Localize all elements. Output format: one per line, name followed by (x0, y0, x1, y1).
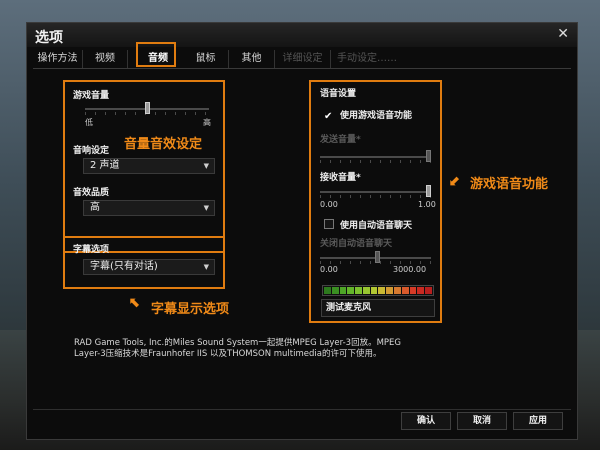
auto-voice-label: 使用自动语音聊天 (340, 221, 413, 231)
auto-close-min: 0.00 (320, 265, 338, 274)
sound-quality-select[interactable]: 高 ▼ (83, 200, 215, 216)
game-volume-label: 游戏音量 (73, 91, 110, 101)
meter-segment (417, 287, 425, 294)
sound-quality-label: 音效品质 (73, 188, 110, 198)
receive-volume-min: 0.00 (320, 200, 338, 209)
auto-close-thumb (375, 251, 381, 263)
title-bar: 选项 ✕ (27, 23, 577, 47)
meter-segment (362, 287, 370, 294)
receive-volume-label: 接收音量* (320, 173, 361, 183)
meter-segment (386, 287, 394, 294)
sound-setting-value: 2 声道 (90, 160, 120, 171)
subtitle-label: 字幕选项 (73, 245, 110, 255)
pointer-arrow-icon: ⬋ (449, 173, 461, 189)
subtitle-callout: 字幕显示选项 (151, 302, 230, 317)
tab-mouse[interactable]: 鼠标 (183, 50, 229, 68)
dialog-title: 选项 (35, 30, 63, 46)
checkmark-icon: ✔ (324, 111, 333, 122)
active-tab-highlight (136, 42, 176, 67)
meter-segment (339, 287, 347, 294)
checkbox-box (324, 219, 334, 229)
subtitle-value: 字幕(只有对话) (90, 261, 158, 272)
apply-button[interactable]: 应用 (513, 412, 563, 430)
use-voice-checkbox[interactable]: ✔ 使用游戏语音功能 (324, 108, 412, 122)
sound-quality-value: 高 (90, 202, 100, 213)
license-info-text: RAD Game Tools, Inc.的Miles Sound System一… (74, 338, 401, 359)
sound-setting-select[interactable]: 2 声道 ▼ (83, 158, 215, 174)
meter-segment (355, 287, 362, 294)
receive-volume-max: 1.00 (418, 200, 436, 209)
options-dialog: 选项 ✕ 操作方法 视频 音频 鼠标 其他 详细设定 手动设定…… 游戏音量 低… (26, 22, 578, 440)
auto-close-slider (320, 251, 431, 264)
auto-close-label: 关闭自动语音聊天 (320, 239, 393, 249)
chevron-down-icon: ▼ (203, 263, 209, 271)
receive-volume-slider[interactable] (320, 185, 431, 198)
tab-manual-settings: 手动设定…… (337, 53, 397, 64)
auto-voice-checkbox[interactable]: 使用自动语音聊天 (324, 218, 412, 231)
tab-divider (33, 68, 571, 69)
meter-segment (401, 287, 409, 294)
meter-segment (370, 287, 378, 294)
sound-setting-label: 音响设定 (73, 146, 110, 156)
game-volume-thumb[interactable] (144, 102, 150, 114)
audio-callout: 音量音效设定 (124, 137, 203, 152)
send-volume-label: 发送音量* (320, 135, 361, 145)
meter-segment (409, 287, 417, 294)
tab-controls[interactable]: 操作方法 (33, 50, 83, 68)
game-volume-low: 低 (85, 118, 93, 127)
chevron-down-icon: ▼ (203, 162, 209, 170)
meter-segment (425, 287, 432, 294)
mic-level-meter (322, 285, 434, 296)
chevron-down-icon: ▼ (203, 204, 209, 212)
cancel-button[interactable]: 取消 (457, 412, 507, 430)
subtitle-select[interactable]: 字幕(只有对话) ▼ (83, 259, 215, 275)
game-volume-slider[interactable] (85, 102, 209, 115)
send-volume-thumb (426, 150, 431, 162)
auto-close-max: 3000.00 (393, 265, 427, 274)
receive-volume-thumb[interactable] (426, 185, 431, 197)
test-mic-button[interactable]: 测试麦克风 (321, 299, 435, 317)
voice-settings-title: 语音设置 (320, 89, 357, 99)
meter-segment (324, 287, 331, 294)
close-icon[interactable]: ✕ (557, 26, 569, 42)
voice-callout: 游戏语音功能 (470, 177, 549, 192)
meter-segment (394, 287, 401, 294)
tab-video[interactable]: 视频 (83, 50, 128, 68)
meter-segment (378, 287, 386, 294)
game-volume-high: 高 (203, 118, 211, 127)
tab-other[interactable]: 其他 (229, 50, 275, 68)
pointer-arrow-icon: ⬉ (129, 295, 141, 311)
meter-segment (331, 287, 339, 294)
send-volume-slider (320, 150, 431, 163)
ok-button[interactable]: 确认 (401, 412, 451, 430)
meter-segment (347, 287, 355, 294)
footer-divider (33, 409, 571, 410)
tab-detail-settings: 详细设定 (275, 50, 331, 68)
use-voice-label: 使用游戏语音功能 (340, 111, 413, 121)
